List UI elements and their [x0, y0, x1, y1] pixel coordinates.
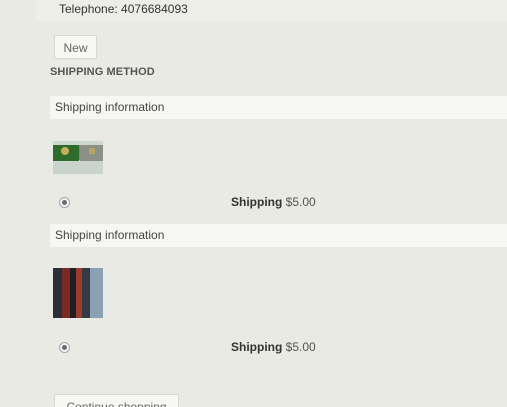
product-thumbnail — [53, 268, 103, 318]
shipping-method-label: Shipping — [231, 195, 283, 209]
new-address-button[interactable]: New — [54, 35, 97, 59]
shipping-radio[interactable] — [59, 342, 70, 353]
shipping-radio[interactable] — [59, 197, 70, 208]
shipping-method-title: SHIPPING METHOD — [50, 66, 155, 78]
shipping-info-label: Shipping information — [55, 100, 165, 114]
continue-shopping-button[interactable]: Continue shopping — [54, 394, 179, 407]
shipping-info-header: Shipping information — [50, 224, 507, 247]
product-thumbnail — [53, 141, 103, 174]
shipping-method-label: Shipping — [231, 340, 283, 354]
emblem-icon — [61, 147, 69, 155]
shipping-info-header: Shipping information — [50, 96, 507, 119]
shipping-info-label: Shipping information — [55, 228, 165, 242]
shipping-rate: Shipping $5.00 — [231, 340, 316, 354]
checkout-page: Telephone: 4076684093 New SHIPPING METHO… — [0, 0, 507, 407]
shipping-price: $5.00 — [285, 340, 316, 354]
shipping-price: $5.00 — [285, 195, 316, 209]
telephone-text: Telephone: 4076684093 — [59, 2, 188, 16]
shipping-rate: Shipping $5.00 — [231, 195, 316, 209]
